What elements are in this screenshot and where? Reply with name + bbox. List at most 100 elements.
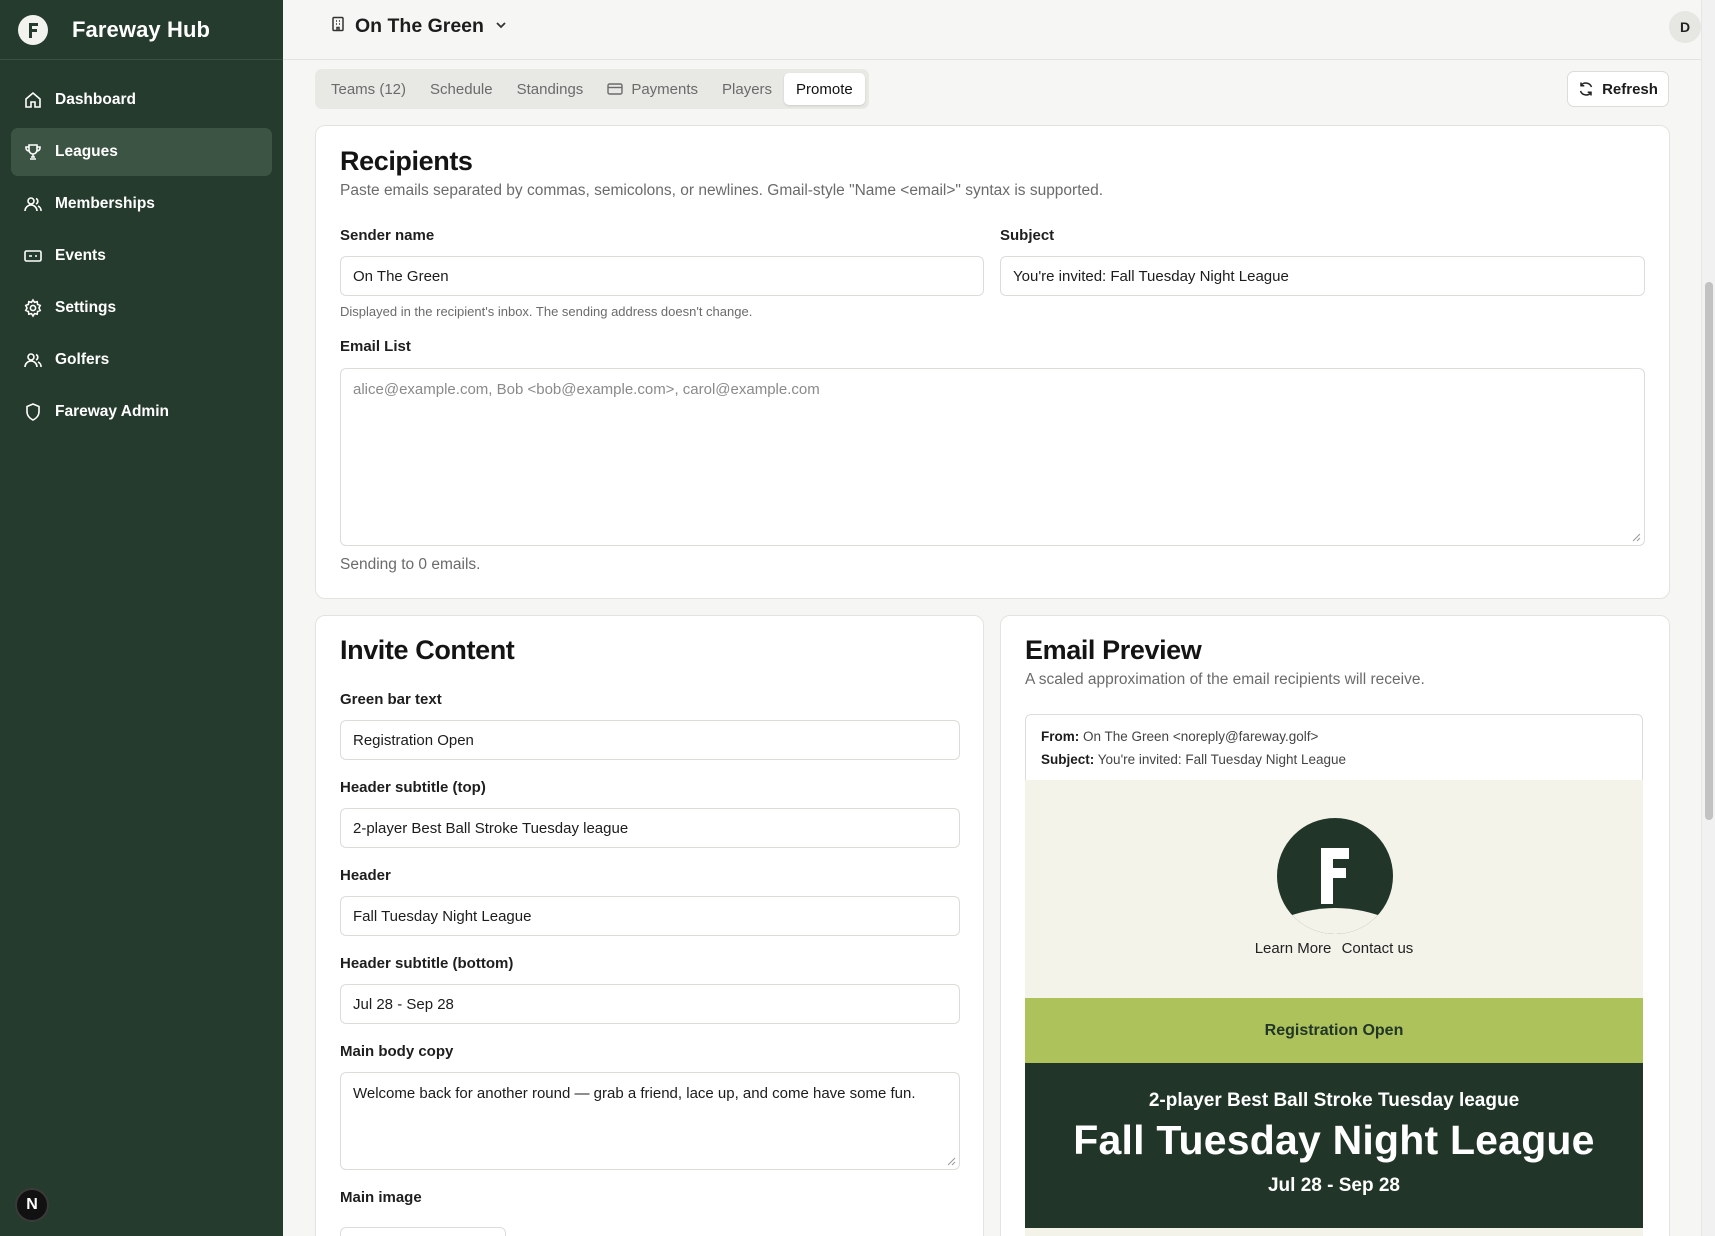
brand[interactable]: Fareway Hub xyxy=(0,0,283,60)
email-header: From: On The Green <noreply@fareway.golf… xyxy=(1025,714,1643,780)
subject-label: Subject xyxy=(1000,227,1055,244)
tab-label: Schedule xyxy=(430,80,493,98)
sidebar-item-fareway-admin[interactable]: Fareway Admin xyxy=(11,388,272,436)
main-image-label: Main image xyxy=(340,1189,422,1206)
tab-schedule[interactable]: Schedule xyxy=(418,73,505,105)
subject-label: Subject: xyxy=(1041,752,1095,767)
top-bar: On The Green D xyxy=(283,0,1701,60)
subtitle-bottom-label: Header subtitle (bottom) xyxy=(340,955,514,972)
sidebar-item-dashboard[interactable]: Dashboard xyxy=(11,76,272,124)
contact-us-link[interactable]: Contact us xyxy=(1342,940,1414,957)
email-preview-card: Email Preview A scaled approximation of … xyxy=(1000,615,1670,1236)
body-copy-label: Main body copy xyxy=(340,1043,454,1060)
email-list-placeholder: alice@example.com, Bob <bob@example.com>… xyxy=(353,381,820,398)
body-copy-textarea[interactable]: Welcome back for another round — grab a … xyxy=(340,1072,960,1170)
tab-label: Teams (12) xyxy=(331,80,407,98)
hero-subtitle-bottom: Jul 28 - Sep 28 xyxy=(1267,1175,1400,1196)
gear-icon xyxy=(23,298,43,318)
subject-field[interactable]: You're invited: Fall Tuesday Night Leagu… xyxy=(1000,256,1645,296)
users-icon xyxy=(23,350,43,370)
league-tabs: Teams (12) Schedule Standings Payments P… xyxy=(315,69,869,109)
sidebar-item-events[interactable]: Events xyxy=(11,232,272,280)
home-icon xyxy=(23,90,43,110)
sidebar-item-label: Fareway Admin xyxy=(55,403,169,420)
subject-value: You're invited: Fall Tuesday Night Leagu… xyxy=(1097,752,1347,767)
ticket-icon xyxy=(23,246,43,266)
sidebar-nav: Dashboard Leagues Memberships Events Set… xyxy=(0,60,283,436)
email-green-bar: Registration Open xyxy=(1025,998,1643,1063)
sender-name-label: Sender name xyxy=(340,227,435,244)
hero-title: Fall Tuesday Night League xyxy=(1073,1117,1595,1163)
tab-standings[interactable]: Standings xyxy=(505,73,596,105)
hero-subtitle-top: 2-player Best Ball Stroke Tuesday league xyxy=(1148,1090,1520,1111)
email-list-label: Email List xyxy=(340,338,411,355)
org-switcher[interactable]: On The Green xyxy=(330,15,508,38)
subtitle-top-field[interactable]: 2-player Best Ball Stroke Tuesday league xyxy=(340,808,960,848)
main-image-upload[interactable] xyxy=(340,1227,506,1236)
email-subject-row: Subject: You're invited: Fall Tuesday Ni… xyxy=(1041,748,1627,771)
email-preview-description: A scaled approximation of the email reci… xyxy=(1025,671,1425,688)
chevron-down-icon xyxy=(494,15,508,38)
email-list-textarea[interactable]: alice@example.com, Bob <bob@example.com>… xyxy=(340,368,1645,546)
sidebar-item-settings[interactable]: Settings xyxy=(11,284,272,332)
subtitle-top-label: Header subtitle (top) xyxy=(340,779,486,796)
tab-label: Payments xyxy=(631,80,699,98)
refresh-label: Refresh xyxy=(1602,80,1658,98)
fareway-logo-icon xyxy=(1277,818,1393,934)
tab-label: Players xyxy=(722,80,773,98)
sender-name-help: Displayed in the recipient's inbox. The … xyxy=(340,304,753,319)
learn-more-link[interactable]: Learn More xyxy=(1255,940,1332,957)
sidebar: Fareway Hub Dashboard Leagues Membership… xyxy=(0,0,283,1236)
trophy-icon xyxy=(23,142,43,162)
refresh-icon xyxy=(1579,82,1593,96)
sidebar-item-label: Memberships xyxy=(55,195,155,212)
sidebar-item-label: Settings xyxy=(55,299,117,316)
tab-players[interactable]: Players xyxy=(710,73,784,105)
resize-handle-icon[interactable] xyxy=(1632,533,1641,542)
sidebar-item-label: Events xyxy=(55,247,106,264)
building-icon xyxy=(330,15,346,38)
sidebar-item-label: Dashboard xyxy=(55,91,136,108)
shield-icon xyxy=(23,402,43,422)
header-field[interactable]: Fall Tuesday Night League xyxy=(340,896,960,936)
page-scrollbar[interactable] xyxy=(1701,0,1715,1236)
sidebar-item-leagues[interactable]: Leagues xyxy=(11,128,272,176)
sidebar-item-memberships[interactable]: Memberships xyxy=(11,180,272,228)
green-bar-label: Green bar text xyxy=(340,691,442,708)
users-icon xyxy=(23,194,43,214)
body-copy-value: Welcome back for another round — grab a … xyxy=(353,1085,916,1102)
tab-promote[interactable]: Promote xyxy=(784,73,865,105)
refresh-button[interactable]: Refresh xyxy=(1567,71,1669,107)
brand-name: Fareway Hub xyxy=(72,16,211,42)
tab-label: Standings xyxy=(516,80,584,98)
avatar[interactable]: D xyxy=(1669,11,1701,43)
email-from-row: From: On The Green <noreply@fareway.golf… xyxy=(1041,725,1627,748)
email-preview-title: Email Preview xyxy=(1025,635,1202,665)
sidebar-item-golfers[interactable]: Golfers xyxy=(11,336,272,384)
invite-content-title: Invite Content xyxy=(340,635,515,665)
org-name: On The Green xyxy=(355,15,484,37)
recipients-title: Recipients xyxy=(340,146,473,176)
sending-count: Sending to 0 emails. xyxy=(340,556,481,573)
brand-logo-icon xyxy=(18,14,48,45)
sender-name-field[interactable]: On The Green xyxy=(340,256,984,296)
email-hero: 2-player Best Ball Stroke Tuesday league… xyxy=(1025,1063,1643,1228)
from-label: From: xyxy=(1041,729,1080,744)
recipients-card: Recipients Paste emails separated by com… xyxy=(315,125,1670,599)
subtitle-bottom-field[interactable]: Jul 28 - Sep 28 xyxy=(340,984,960,1024)
dev-tools-badge[interactable]: N xyxy=(15,1188,49,1222)
header-label: Header xyxy=(340,867,391,884)
email-links: Learn More Contact us xyxy=(1025,940,1643,957)
scrollbar-thumb[interactable] xyxy=(1705,282,1713,820)
sidebar-item-label: Golfers xyxy=(55,351,110,368)
credit-card-icon xyxy=(607,83,624,95)
from-value: On The Green <noreply@fareway.golf> xyxy=(1083,729,1319,744)
sidebar-item-label: Leagues xyxy=(55,143,118,160)
tab-teams[interactable]: Teams (12) xyxy=(319,73,418,105)
tab-payments[interactable]: Payments xyxy=(595,73,710,105)
green-bar-field[interactable]: Registration Open xyxy=(340,720,960,760)
recipients-description: Paste emails separated by commas, semico… xyxy=(340,182,1104,199)
invite-content-card: Invite Content Green bar text Registrati… xyxy=(315,615,984,1236)
resize-handle-icon[interactable] xyxy=(947,1157,956,1166)
tab-label: Promote xyxy=(796,80,853,98)
